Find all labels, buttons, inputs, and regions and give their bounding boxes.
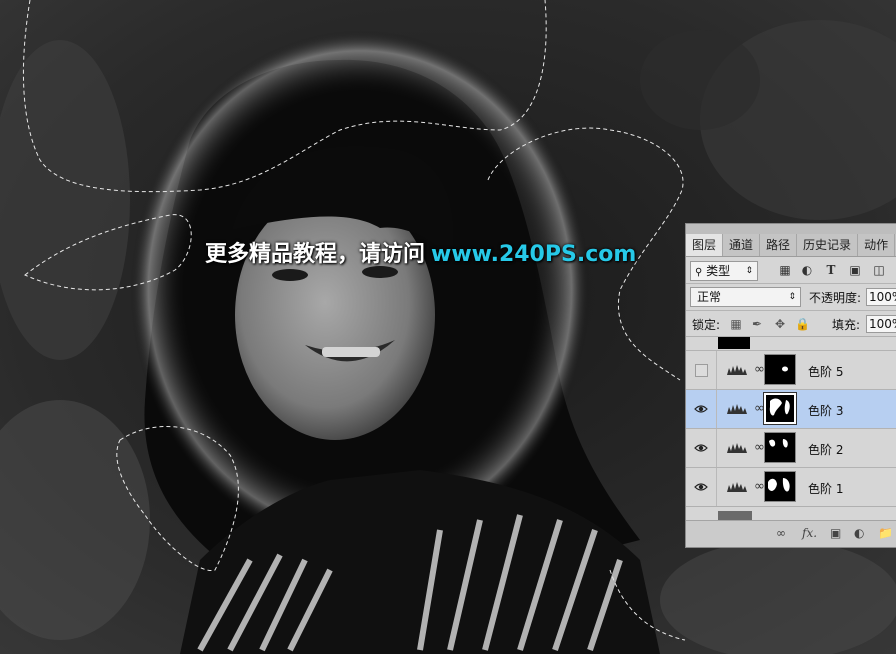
lock-transparent-icon[interactable]: ▦ [729, 317, 743, 331]
tab-channels[interactable]: 通道 [723, 234, 761, 256]
smart-object-filter-icon[interactable]: ◫ [872, 263, 886, 277]
visibility-toggle-off[interactable] [695, 364, 708, 377]
layer-partial-top[interactable] [686, 336, 896, 351]
eye-icon[interactable] [694, 402, 708, 416]
panel-tabs: 图层 通道 路径 历史记录 动作 [686, 234, 896, 257]
watermark-url: www.240PS.com [431, 242, 637, 267]
watermark: 更多精品教程，请访问 www.240PS.com [205, 236, 636, 268]
lock-pixels-icon[interactable]: ✒ [750, 317, 764, 331]
lock-row: 锁定: ▦ ✒ ✥ 🔒 填充: 100% [686, 310, 896, 337]
add-mask-icon[interactable]: ▣ [830, 526, 841, 540]
new-group-icon[interactable]: 📁 [878, 526, 893, 540]
layer-name[interactable]: 色阶 5 [808, 363, 843, 380]
eye-icon[interactable] [694, 480, 708, 494]
layer-name[interactable]: 色阶 2 [808, 441, 843, 458]
filter-kind-label: 类型 [706, 264, 731, 278]
eye-icon[interactable] [694, 441, 708, 455]
opacity-label: 不透明度: [809, 291, 862, 305]
levels-icon [727, 404, 747, 414]
layer-name[interactable]: 色阶 3 [808, 402, 843, 419]
divider [716, 351, 717, 389]
teeth [322, 347, 380, 357]
layer-row-levels-2[interactable]: ∞ 色阶 2 [686, 428, 896, 467]
fx-icon[interactable]: fx. [802, 526, 817, 540]
lock-label: 锁定: [692, 318, 721, 332]
filter-row: ⚲ 类型 ⇕ ▦ ◐ T ▣ ◫ [686, 257, 896, 283]
layers-panel: 图层 通道 路径 历史记录 动作 ⚲ 类型 ⇕ ▦ ◐ T ▣ ◫ 正常 ⇕ 不… [685, 223, 896, 548]
link-layers-icon[interactable]: ∞ [776, 526, 786, 540]
tab-history[interactable]: 历史记录 [797, 234, 859, 256]
blend-mode-value: 正常 [697, 290, 722, 304]
updown-arrows-icon: ⇕ [788, 292, 796, 302]
layer-name[interactable]: 色阶 1 [808, 480, 843, 497]
levels-icon [727, 365, 747, 375]
tab-paths[interactable]: 路径 [760, 234, 798, 256]
lock-all-icon[interactable]: 🔒 [795, 317, 810, 331]
divider [716, 390, 717, 428]
layer-row-levels-3[interactable]: ∞ 色阶 3 [686, 389, 896, 428]
layer-mask-thumbnail[interactable] [763, 392, 797, 425]
eye-left [272, 269, 308, 281]
image-filter-icon[interactable]: ▦ [778, 263, 792, 277]
layer-row-levels-1[interactable]: ∞ 色阶 1 [686, 467, 896, 506]
new-adjustment-icon[interactable]: ◐ [854, 526, 864, 540]
watermark-text: 更多精品教程，请访问 [205, 242, 426, 267]
blend-row: 正常 ⇕ 不透明度: 100% [686, 283, 896, 310]
layer-mask-thumbnail[interactable] [764, 354, 796, 385]
blend-mode-select[interactable]: 正常 ⇕ [690, 287, 801, 307]
fill-input[interactable]: 100% [866, 315, 896, 333]
updown-arrows-icon: ⇕ [745, 266, 753, 276]
layer-row-levels-5[interactable]: ∞ 色阶 5 [686, 350, 896, 389]
adjustment-filter-icon[interactable]: ◐ [800, 263, 814, 277]
divider [716, 429, 717, 467]
search-icon: ⚲ [695, 267, 703, 278]
divider [716, 468, 717, 506]
layer-mask-thumbnail[interactable] [764, 432, 796, 463]
shape-filter-icon[interactable]: ▣ [848, 263, 862, 277]
layer-mask-thumbnail[interactable] [764, 471, 796, 502]
opacity-input[interactable]: 100% [866, 288, 896, 306]
layer-thumb [718, 337, 750, 349]
lock-position-icon[interactable]: ✥ [773, 317, 787, 331]
fill-label: 填充: [832, 318, 861, 332]
tab-actions[interactable]: 动作 [858, 234, 896, 256]
levels-icon [727, 482, 747, 492]
type-filter-icon[interactable]: T [824, 263, 838, 277]
levels-icon [727, 443, 747, 453]
panel-bottom-toolbar: ∞ fx. ▣ ◐ 📁 [686, 520, 896, 547]
bg-blur-patch [640, 30, 760, 130]
filter-kind-select[interactable]: ⚲ 类型 ⇕ [690, 261, 758, 281]
tab-layers[interactable]: 图层 [686, 234, 724, 256]
